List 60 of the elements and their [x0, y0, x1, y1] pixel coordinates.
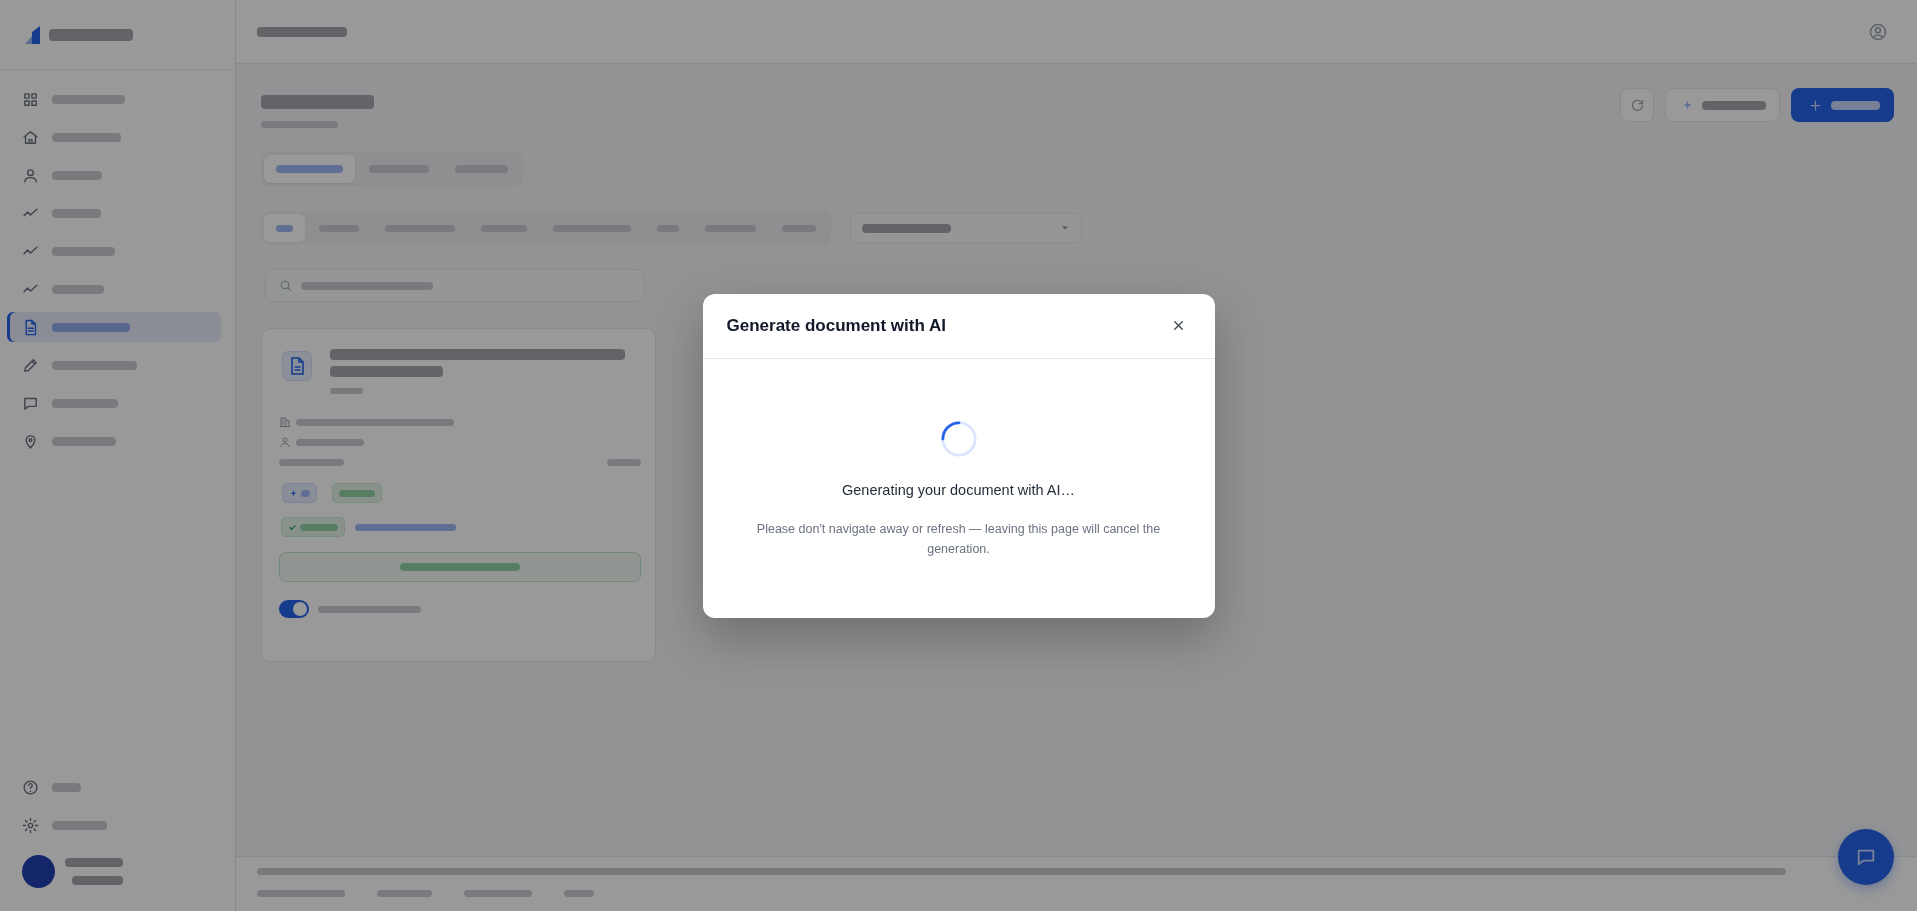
text-bar — [1831, 100, 1880, 110]
house-icon — [22, 128, 39, 146]
link-bar[interactable] — [257, 890, 345, 897]
text-bar — [52, 436, 116, 446]
text-bar — [607, 458, 641, 466]
text-bar — [279, 458, 344, 466]
sidebar-item[interactable] — [7, 312, 221, 342]
property-dropdown[interactable] — [850, 213, 1082, 243]
document-icon — [282, 351, 312, 381]
status-text: Generating your document with AI… — [842, 480, 1075, 500]
text-bar — [52, 208, 101, 218]
pencil-icon — [22, 356, 39, 374]
refresh-icon — [1629, 97, 1645, 113]
text-bar — [339, 489, 375, 497]
person-icon — [279, 436, 291, 448]
grid-icon — [22, 90, 39, 108]
person-icon — [22, 166, 39, 184]
text-bar — [52, 132, 121, 142]
check-icon — [288, 522, 297, 532]
document-card[interactable] — [261, 328, 656, 662]
text-bar — [296, 438, 364, 446]
text-bar — [330, 388, 363, 394]
text-bar — [65, 857, 123, 867]
search-field[interactable] — [265, 269, 644, 302]
primary-button[interactable] — [1791, 88, 1894, 122]
text-bar — [52, 820, 107, 830]
text-bar — [276, 224, 293, 232]
toggle-switch[interactable] — [279, 600, 309, 618]
plus-icon — [1808, 97, 1823, 113]
refresh-button[interactable] — [1620, 88, 1654, 122]
modal-title: Generate document with AI — [726, 315, 946, 336]
tab[interactable] — [264, 155, 355, 183]
text-bar — [276, 165, 343, 173]
download-button[interactable] — [279, 552, 641, 582]
secondary-button[interactable] — [1665, 88, 1780, 122]
building-icon — [279, 416, 291, 428]
text-bar — [72, 875, 123, 885]
text-bar — [52, 246, 115, 256]
spinner-icon — [939, 419, 978, 458]
settings-icon — [22, 816, 39, 834]
link-bar[interactable] — [355, 523, 456, 531]
text-bar — [300, 523, 338, 531]
chat-button[interactable] — [1838, 829, 1894, 885]
text-bar — [52, 170, 102, 180]
link-bar[interactable] — [377, 890, 432, 897]
logo-icon — [24, 23, 42, 46]
link-bar[interactable] — [564, 890, 594, 897]
close-icon — [1171, 318, 1186, 333]
text-bar — [52, 782, 81, 792]
search-icon — [279, 279, 292, 292]
help-icon — [22, 778, 39, 796]
text-bar — [52, 284, 104, 294]
text-bar — [52, 398, 118, 408]
warning-text: Please don't navigate away or refresh — leaving this page will cancel the generation. — [755, 520, 1162, 558]
text-bar — [1702, 100, 1766, 110]
sparkle-icon — [289, 488, 298, 498]
link-bar[interactable] — [464, 890, 532, 897]
filter-chip[interactable] — [264, 214, 305, 242]
text-bar — [301, 489, 310, 497]
user-avatar[interactable] — [22, 854, 55, 888]
